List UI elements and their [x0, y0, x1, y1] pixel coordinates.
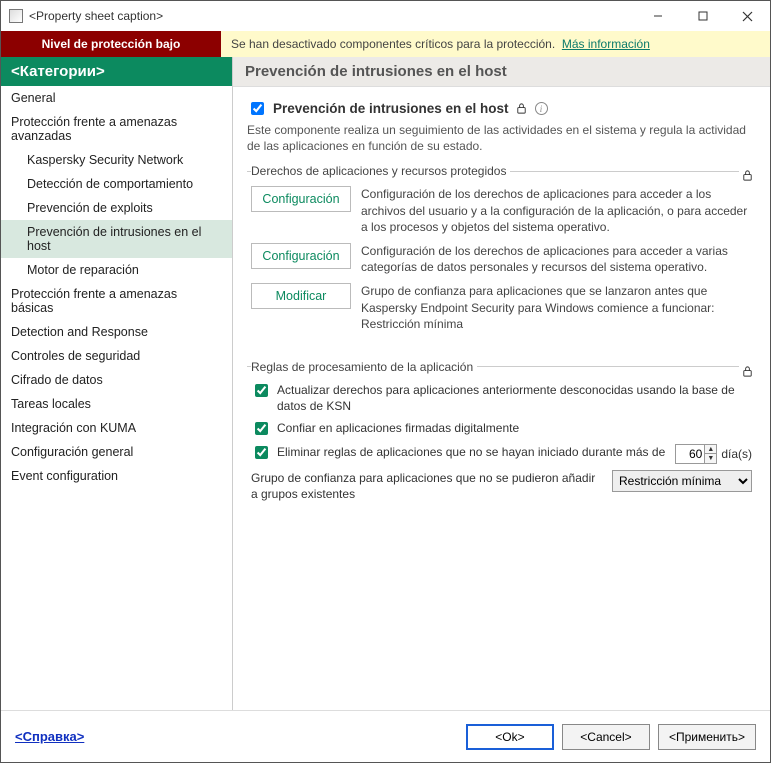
days-spinner: ▲ ▼ [704, 445, 716, 463]
help-link[interactable]: <Справка> [15, 729, 84, 744]
app-rights-legend: Derechos de aplicaciones y recursos prot… [251, 164, 510, 178]
rule-update-ksn-label: Actualizar derechos para aplicaciones an… [277, 382, 752, 414]
component-description: Este componente realiza un seguimiento d… [247, 122, 756, 154]
maximize-button[interactable] [680, 1, 725, 31]
rule-trust-signed-label: Confiar en aplicaciones firmadas digital… [277, 420, 752, 436]
enable-checkbox[interactable] [251, 102, 264, 115]
config-button[interactable]: Configuración [251, 186, 351, 212]
sidebar-item[interactable]: Kaspersky Security Network [1, 148, 232, 172]
sidebar-items: GeneralProtección frente a amenazas avan… [1, 86, 232, 488]
days-input-wrapper: ▲ ▼ [675, 444, 717, 464]
window-title: <Property sheet caption> [29, 9, 163, 23]
lock-icon[interactable] [739, 169, 756, 185]
lock-icon[interactable] [515, 102, 529, 116]
rule-update-ksn: Actualizar derechos para aplicaciones an… [251, 382, 752, 414]
sidebar-item[interactable]: Integración con KUMA [1, 416, 232, 440]
config-row: Modificar Grupo de confianza para aplicac… [251, 283, 752, 332]
properties-window: <Property sheet caption> Nivel de protec… [0, 0, 771, 763]
sidebar-item[interactable]: Tareas locales [1, 392, 232, 416]
sidebar-item[interactable]: Detection and Response [1, 320, 232, 344]
enable-label: Prevención de intrusiones en el host [273, 101, 509, 116]
rule-update-ksn-checkbox[interactable] [255, 384, 268, 397]
sidebar-item[interactable]: Detección de comportamiento [1, 172, 232, 196]
config-description: Configuración de los derechos de aplicac… [361, 186, 752, 235]
config-row: Configuración Configuración de los derech… [251, 243, 752, 275]
sidebar-item[interactable]: Prevención de intrusiones en el host [1, 220, 232, 258]
config-button[interactable]: Configuración [251, 243, 351, 269]
sidebar: <Категории> GeneralProtección frente a a… [1, 57, 233, 710]
rule-trust-signed-checkbox[interactable] [255, 422, 268, 435]
alert-badge: Nivel de protección bajo [1, 31, 221, 57]
minimize-button[interactable] [635, 1, 680, 31]
rule-delete-unused-checkbox[interactable] [255, 446, 268, 459]
trust-group-select[interactable]: Restricción mínima [612, 470, 752, 492]
lock-icon[interactable] [739, 365, 756, 381]
alert-bar: Nivel de protección bajo Se han desactiv… [1, 31, 770, 57]
days-field-group: ▲ ▼ día(s) [675, 444, 752, 464]
enable-row: Prevención de intrusiones en el host i [247, 99, 756, 118]
sidebar-item[interactable]: Protección frente a amenazas básicas [1, 282, 232, 320]
main-header: Prevención de intrusiones en el host [233, 57, 770, 87]
sidebar-item[interactable]: Configuración general [1, 440, 232, 464]
footer: <Справка> <Ok> <Cancel> <Применить> [1, 710, 770, 762]
alert-link[interactable]: Más información [562, 37, 650, 51]
config-description: Grupo de confianza para aplicaciones que… [361, 283, 752, 332]
sidebar-item[interactable]: General [1, 86, 232, 110]
days-spin-down[interactable]: ▼ [704, 454, 716, 463]
sidebar-header: <Категории> [1, 57, 232, 86]
sidebar-item[interactable]: Event configuration [1, 464, 232, 488]
main-content: Prevención de intrusiones en el host i E… [233, 87, 770, 710]
rule-trust-signed: Confiar en aplicaciones firmadas digital… [251, 420, 752, 438]
alert-message: Se han desactivado componentes críticos … [221, 37, 660, 51]
body: <Категории> GeneralProtección frente a a… [1, 57, 770, 710]
days-spin-up[interactable]: ▲ [704, 445, 716, 454]
rule-delete-unused: Eliminar reglas de aplicaciones que no s… [251, 444, 752, 464]
main-panel: Prevención de intrusiones en el host Pre… [233, 57, 770, 710]
cancel-button[interactable]: <Cancel> [562, 724, 650, 750]
titlebar: <Property sheet caption> [1, 1, 770, 31]
rule-trust-group-label: Grupo de confianza para aplicaciones que… [251, 470, 604, 502]
info-icon[interactable]: i [535, 102, 548, 115]
days-unit: día(s) [721, 446, 752, 462]
config-button[interactable]: Modificar [251, 283, 351, 309]
rule-delete-unused-label: Eliminar reglas de aplicaciones que no s… [277, 444, 667, 460]
sidebar-item[interactable]: Controles de seguridad [1, 344, 232, 368]
processing-rules-legend: Reglas de procesamiento de la aplicación [251, 360, 477, 374]
rule-trust-group: Grupo de confianza para aplicaciones que… [251, 470, 752, 502]
config-row: Configuración Configuración de los derech… [251, 186, 752, 235]
ok-button[interactable]: <Ok> [466, 724, 554, 750]
days-input[interactable] [676, 447, 704, 461]
app-icon [9, 9, 23, 23]
apply-button[interactable]: <Применить> [658, 724, 756, 750]
close-button[interactable] [725, 1, 770, 31]
config-description: Configuración de los derechos de aplicac… [361, 243, 752, 275]
sidebar-item[interactable]: Motor de reparación [1, 258, 232, 282]
sidebar-item[interactable]: Prevención de exploits [1, 196, 232, 220]
processing-rules-group: Reglas de procesamiento de la aplicación… [247, 360, 756, 519]
sidebar-item[interactable]: Cifrado de datos [1, 368, 232, 392]
app-rights-group: Derechos de aplicaciones y recursos prot… [247, 164, 756, 350]
sidebar-item[interactable]: Protección frente a amenazas avanzadas [1, 110, 232, 148]
